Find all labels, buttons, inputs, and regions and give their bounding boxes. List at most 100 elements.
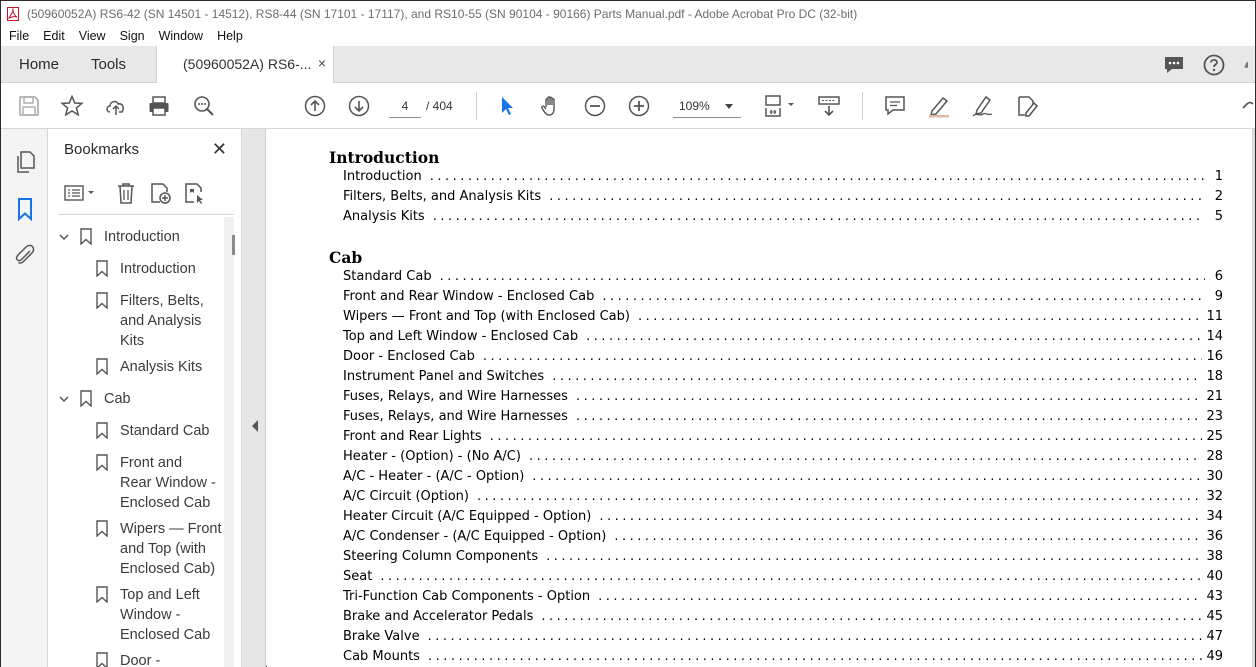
comment-bubble-icon[interactable] <box>1161 52 1187 78</box>
tab-close-icon[interactable]: × <box>318 55 326 71</box>
toc-entry[interactable]: Cab Mounts 49 <box>343 649 1223 667</box>
navigation-rail <box>1 129 48 667</box>
next-page-icon[interactable] <box>347 94 371 118</box>
menu-view[interactable]: View <box>73 29 112 43</box>
chevron-down-icon[interactable] <box>58 393 70 405</box>
menu-file[interactable]: File <box>3 29 35 43</box>
toc-entry-title: Filters, Belts, and Analysis Kits <box>343 189 542 204</box>
bookmark-item[interactable]: Analysis Kits <box>96 357 216 377</box>
notification-bell-icon[interactable] <box>1241 52 1255 78</box>
toc-entry[interactable]: Door - Enclosed Cab 16 <box>343 349 1223 369</box>
zoom-out-icon[interactable] <box>583 94 607 118</box>
bookmark-item[interactable]: Front and Rear Window - Enclosed Cab <box>96 453 216 513</box>
new-bookmark-icon[interactable] <box>148 181 172 205</box>
toc-entry[interactable]: Introduction 1 <box>343 169 1223 189</box>
tab-tools[interactable]: Tools <box>91 46 126 83</box>
bookmark-item[interactable]: Wipers — Front and Top (with Enclosed Ca… <box>96 519 226 579</box>
toc-entry[interactable]: A/C Condenser - (A/C Equipped - Option) 3… <box>343 529 1223 549</box>
toc-entry[interactable]: Instrument Panel and Switches 18 <box>343 369 1223 389</box>
bookmark-label: Cab <box>104 391 131 407</box>
toc-entry[interactable]: Tri-Function Cab Components - Option 43 <box>343 589 1223 609</box>
highlight-pen-icon[interactable] <box>927 94 951 118</box>
toc-entry[interactable]: Filters, Belts, and Analysis Kits 2 <box>343 189 1223 209</box>
toc-entry[interactable]: Front and Rear Window - Enclosed Cab 9 <box>343 289 1223 309</box>
chevron-down-icon[interactable] <box>58 231 70 243</box>
toc-leader-dots <box>614 529 1202 544</box>
toc-entry[interactable]: Analysis Kits 5 <box>343 209 1223 229</box>
toc-entry[interactable]: Heater Circuit (A/C Equipped - Option) 34 <box>343 509 1223 529</box>
toc-entry-title: Brake and Accelerator Pedals <box>343 609 534 624</box>
menu-window[interactable]: Window <box>153 29 209 43</box>
zoom-in-icon[interactable] <box>627 94 651 118</box>
bookmark-item[interactable]: Introduction <box>96 259 216 279</box>
tab-document[interactable]: (50960052A) RS6-... × <box>156 46 334 84</box>
document-page: Introduction Introduction 1 Filters, Belt… <box>267 129 1255 667</box>
previous-page-icon[interactable] <box>303 94 327 118</box>
draw-pen-icon[interactable] <box>971 94 995 118</box>
menu-help[interactable]: Help <box>211 29 249 43</box>
toc-entry[interactable]: Fuses, Relays, and Wire Harnesses 21 <box>343 389 1223 409</box>
toc-entry[interactable]: Top and Left Window - Enclosed Cab 14 <box>343 329 1223 349</box>
menu-edit[interactable]: Edit <box>37 29 71 43</box>
bookmark-item-introduction-group[interactable]: Introduction <box>58 227 180 247</box>
toc-page-number: 9 <box>1214 289 1223 304</box>
toc-entry-title: Introduction <box>343 169 422 184</box>
collapse-panel-icon[interactable] <box>252 420 258 432</box>
toc-entry[interactable]: Brake Valve 47 <box>343 629 1223 649</box>
select-cursor-icon[interactable] <box>495 94 519 118</box>
scroll-mode-icon[interactable] <box>817 94 841 118</box>
tab-home[interactable]: Home <box>19 46 59 83</box>
toc-page-number: 49 <box>1206 649 1223 664</box>
page-thumbnails-icon[interactable] <box>13 150 37 174</box>
bookmarks-scrollbar-thumb[interactable] <box>232 235 235 255</box>
bookmark-panel-icon[interactable] <box>13 197 37 221</box>
upload-cloud-icon[interactable] <box>104 94 128 118</box>
toc-entry[interactable]: Wipers — Front and Top (with Enclosed Ca… <box>343 309 1223 329</box>
star-bookmark-icon[interactable] <box>60 94 84 118</box>
toc-page-number: 2 <box>1214 189 1223 204</box>
toc-entry[interactable]: Seat 40 <box>343 569 1223 589</box>
page-fit-icon[interactable] <box>762 94 798 118</box>
close-icon[interactable]: ✕ <box>212 139 227 160</box>
toc-entry[interactable]: A/C - Heater - (A/C - Option) 30 <box>343 469 1223 489</box>
bookmark-item-cab-group[interactable]: Cab <box>58 389 131 409</box>
page-number-input[interactable]: 4 <box>389 94 421 118</box>
zoom-search-icon[interactable] <box>192 94 216 118</box>
bookmark-icon <box>96 422 108 439</box>
hand-tool-icon[interactable] <box>539 94 563 118</box>
bookmark-item[interactable]: Door - <box>96 651 216 667</box>
comment-icon[interactable] <box>883 94 907 118</box>
toc-entry[interactable]: Fuses, Relays, and Wire Harnesses 23 <box>343 409 1223 429</box>
toc-entry[interactable]: Brake and Accelerator Pedals 45 <box>343 609 1223 629</box>
bookmarks-scrollbar-track[interactable] <box>224 217 234 667</box>
toc-entry[interactable]: Standard Cab 6 <box>343 269 1223 289</box>
bookmark-options-icon[interactable] <box>64 181 98 205</box>
fill-sign-icon[interactable] <box>1015 94 1039 118</box>
bookmark-item[interactable]: Filters, Belts, and Analysis Kits <box>96 291 216 351</box>
title-bar: (50960052A) RS6-42 (SN 14501 - 14512), R… <box>1 1 1255 26</box>
toc-entry[interactable]: Steering Column Components 38 <box>343 549 1223 569</box>
link-icon[interactable] <box>1239 94 1256 118</box>
zoom-level-select[interactable]: 109% <box>673 94 741 118</box>
help-icon[interactable] <box>1201 52 1227 78</box>
toc-entry-title: Analysis Kits <box>343 209 425 224</box>
toc-entry[interactable]: Heater - (Option) - (No A/C) 28 <box>343 449 1223 469</box>
toc-entry[interactable]: Front and Rear Lights 25 <box>343 429 1223 449</box>
bookmark-item[interactable]: Standard Cab <box>96 421 216 441</box>
print-icon[interactable] <box>147 94 171 118</box>
bookmark-from-structure-icon[interactable] <box>182 181 206 205</box>
bookmark-item[interactable]: Top and Left Window - Enclosed Cab <box>96 585 216 645</box>
attachments-paperclip-icon[interactable] <box>13 243 37 267</box>
toc-page-number: 34 <box>1206 509 1223 524</box>
panel-splitter[interactable] <box>242 129 266 667</box>
toolbar: 4 / 404 109% <box>1 83 1255 129</box>
delete-bookmark-icon[interactable] <box>114 181 138 205</box>
toc-page-number: 30 <box>1206 469 1223 484</box>
toc-entry[interactable]: A/C Circuit (Option) 32 <box>343 489 1223 509</box>
menu-sign[interactable]: Sign <box>114 29 151 43</box>
document-scrollbar[interactable] <box>1252 129 1255 667</box>
save-icon[interactable] <box>17 94 41 118</box>
toc-leader-dots <box>433 209 1205 224</box>
bookmark-label: Top and Left Window - Enclosed Cab <box>120 587 211 643</box>
tab-bar: Home Tools (50960052A) RS6-... × <box>1 46 1255 84</box>
